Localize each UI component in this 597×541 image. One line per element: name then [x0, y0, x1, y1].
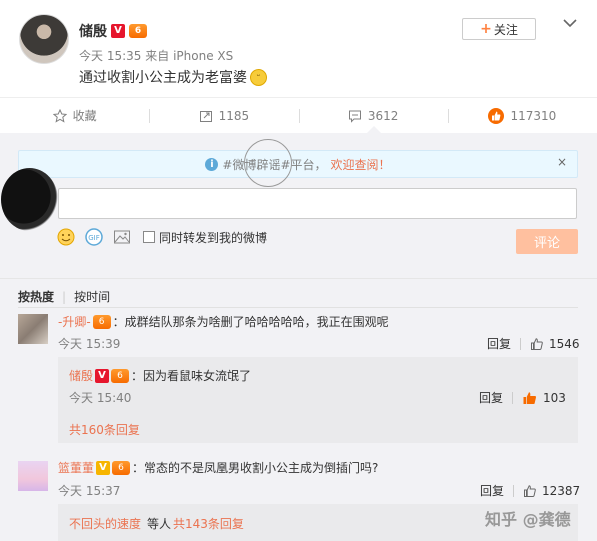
action-separator: [513, 484, 515, 497]
notice-link[interactable]: 欢迎查阅！: [331, 156, 391, 173]
plus-icon: +: [480, 21, 492, 37]
comment-actions: 回复 1546: [487, 335, 580, 352]
info-icon: i: [205, 157, 219, 171]
post-meta: 今天 15:35 来自 iPhone XS: [79, 47, 233, 64]
post-time[interactable]: 今天 15:35: [79, 49, 141, 63]
like-button[interactable]: 117310: [447, 98, 597, 133]
image-icon[interactable]: [113, 228, 131, 246]
commenter-avatar[interactable]: [18, 314, 48, 344]
comment-time: 今天 15:39: [58, 337, 121, 351]
commenter-name[interactable]: -升卿-: [58, 313, 91, 330]
action-bar: 收藏 1185 3612 117310: [0, 97, 597, 133]
smile-emoji-icon: ᵕ: [250, 68, 267, 86]
repost-checkbox[interactable]: [143, 231, 155, 243]
comment-caret: [367, 126, 381, 133]
comment-like-button[interactable]: 1546: [530, 337, 580, 351]
comment-like-count: 1546: [549, 336, 580, 351]
sort-by-time[interactable]: 按时间: [74, 288, 110, 305]
repost-button[interactable]: 1185: [149, 98, 298, 133]
like-count: 117310: [510, 108, 557, 123]
comment-input[interactable]: [58, 188, 577, 219]
rank-badge: 6: [92, 314, 111, 329]
comment-line: 篮董董 V 6 ：常态的不是凤凰男收割小公主成为倒插门吗?: [58, 459, 378, 476]
reply-author-name[interactable]: 储殷: [69, 367, 93, 384]
author-name[interactable]: 储殷: [79, 21, 107, 41]
submit-comment-button[interactable]: 评论: [516, 229, 578, 254]
thumb-up-filled-icon: [523, 391, 537, 404]
post-source: iPhone XS: [173, 49, 234, 63]
reply-button[interactable]: 回复: [487, 335, 511, 352]
author-line: 储殷 V 6: [79, 21, 147, 41]
verified-badge: V: [96, 460, 111, 475]
reply-line: 储殷 V 6 ：因为看鼠味女流氓了: [69, 367, 251, 384]
favorite-label: 收藏: [72, 109, 97, 123]
comment-icon: [348, 110, 361, 123]
rank-badge: 6: [112, 460, 131, 475]
repost-count: 1185: [218, 108, 250, 123]
source-prefix: 来自: [145, 49, 170, 63]
comment-time: 今天 15:37: [58, 484, 121, 498]
reply-author-name[interactable]: 不回头的速度: [69, 515, 141, 532]
sort-by-hot[interactable]: 按热度: [18, 288, 54, 305]
comment-text: ：常态的不是凤凰男收割小公主成为倒插门吗?: [132, 461, 379, 475]
watermark: 知乎 @龚德: [485, 510, 571, 529]
commenter-name[interactable]: 篮董董: [58, 459, 94, 476]
gif-icon[interactable]: GIF: [85, 228, 103, 246]
svg-text:GIF: GIF: [88, 234, 100, 242]
reply-like-count: 103: [543, 390, 566, 405]
annotation-circle: [244, 139, 292, 187]
reply-summary-text: 等人: [147, 517, 172, 531]
comment-line: -升卿- 6 ：成群结队那条为啥删了哈哈哈哈哈，我正在围观呢: [58, 313, 389, 330]
sort-separator: |: [62, 289, 67, 304]
thumb-up-icon: [531, 337, 543, 350]
post-text: 通过收割小公主成为老富婆: [79, 70, 247, 86]
follow-button[interactable]: + 关注: [462, 18, 536, 40]
repost-option-label: 同时转发到我的微博: [159, 230, 268, 245]
rank-badge: 6: [111, 368, 130, 383]
comment-text: ：成群结队那条为啥删了哈哈哈哈哈，我正在围观呢: [112, 315, 389, 329]
action-separator: [512, 391, 514, 404]
author-avatar[interactable]: [19, 14, 69, 64]
composer-tools: GIF 同时转发到我的微博: [57, 228, 267, 246]
post-content: 通过收割小公主成为老富婆 ᵕ: [79, 67, 267, 87]
rank-badge: 6: [129, 24, 147, 38]
more-replies-link[interactable]: 共143条回复: [173, 515, 244, 532]
close-icon[interactable]: ×: [557, 155, 567, 169]
comment-actions: 回复 12387: [480, 482, 580, 499]
thumb-up-icon: [524, 484, 536, 497]
reply-text: ：因为看鼠味女流氓了: [131, 369, 252, 383]
my-avatar[interactable]: [1, 168, 58, 231]
reply-button[interactable]: 回复: [479, 389, 503, 406]
rumor-notice: i #微博辟谣#平台， 欢迎查阅！: [18, 150, 578, 178]
list-divider: [18, 307, 578, 308]
verified-badge: V: [111, 24, 125, 38]
favorite-button[interactable]: 收藏: [0, 98, 149, 133]
commenter-avatar[interactable]: [18, 461, 48, 491]
chevron-down-icon[interactable]: [562, 15, 578, 31]
repost-icon: [199, 110, 212, 122]
sort-divider: [0, 278, 597, 279]
star-icon: [52, 108, 67, 123]
reply-like-button[interactable]: 103: [522, 390, 566, 406]
more-replies-link[interactable]: 共160条回复: [69, 421, 140, 438]
thumb-up-filled-icon: [488, 107, 505, 124]
reply-button[interactable]: 回复: [480, 482, 504, 499]
follow-label: 关注: [493, 22, 518, 37]
emoji-icon[interactable]: [57, 228, 75, 246]
comment-count: 3612: [367, 108, 399, 123]
verified-badge: V: [95, 368, 110, 383]
reply-actions: 回复 103: [479, 389, 566, 406]
comment-like-button[interactable]: 12387: [523, 484, 580, 498]
comment-like-count: 12387: [542, 483, 581, 498]
reply-time: 今天 15:40: [69, 391, 132, 405]
action-separator: [520, 337, 522, 350]
sort-tabs: 按热度 | 按时间: [18, 288, 110, 305]
repost-option[interactable]: 同时转发到我的微博: [143, 229, 267, 246]
reply-summary: 不回头的速度 等人 共143条回复: [69, 515, 244, 532]
